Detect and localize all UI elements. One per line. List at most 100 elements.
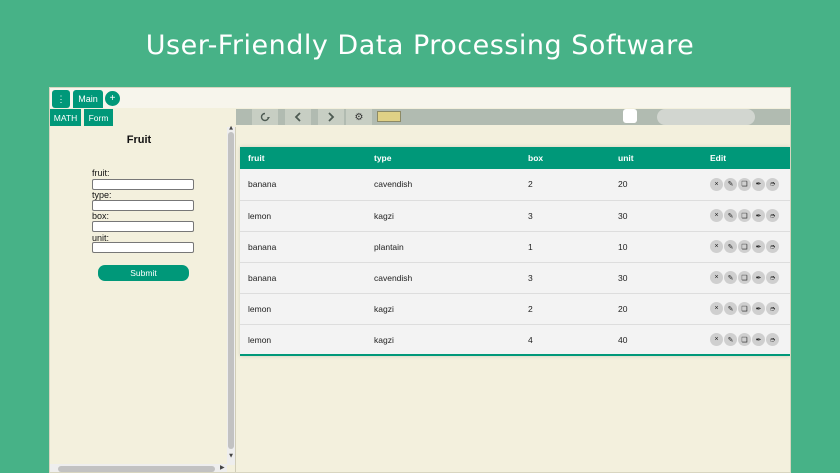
pen-icon[interactable]: ✒ — [752, 302, 765, 315]
delete-icon[interactable]: × — [710, 271, 723, 284]
header-unit: unit — [618, 153, 634, 163]
cell-fruit: lemon — [248, 303, 272, 314]
header-type: type — [374, 153, 392, 163]
app-window: ⋮ Main + MATH Form ⚙ Fruit fruit: type: … — [49, 87, 791, 473]
cell-fruit: lemon — [248, 334, 272, 345]
cell-fruit: banana — [248, 272, 277, 283]
delete-icon[interactable]: × — [710, 302, 723, 315]
pen-icon[interactable]: ✒ — [752, 177, 765, 191]
table-header-row: fruit type box unit Edit — [240, 147, 790, 169]
add-tab-button[interactable]: + — [105, 91, 120, 106]
hero-title: User-Friendly Data Processing Software — [145, 30, 695, 61]
toolbar: ⚙ — [236, 109, 790, 125]
share-icon[interactable]: ➮ — [766, 302, 779, 315]
vertical-scrollbar[interactable]: ▲ ▼ — [227, 125, 235, 465]
edit-icon[interactable]: ✎ — [724, 271, 737, 284]
header-edit: Edit — [710, 153, 727, 163]
copy-icon[interactable]: ❏ — [738, 271, 751, 284]
tab-form[interactable]: Form — [84, 109, 113, 126]
copy-icon[interactable]: ❏ — [738, 302, 751, 315]
share-icon[interactable]: ➮ — [766, 333, 779, 347]
copy-icon[interactable]: ❏ — [738, 333, 751, 347]
pen-icon[interactable]: ✒ — [752, 240, 765, 253]
header-fruit: fruit — [248, 153, 265, 163]
cell-type: kagzi — [374, 210, 394, 221]
cell-unit: 10 — [618, 241, 628, 252]
scroll-down-icon[interactable]: ▼ — [227, 453, 235, 459]
row-actions: × ✎ ❏ ✒ ➮ — [710, 333, 790, 347]
type-label: type: — [92, 190, 112, 200]
copy-icon[interactable]: ❏ — [738, 177, 751, 191]
toggle-button[interactable] — [623, 109, 637, 123]
edit-icon[interactable]: ✎ — [724, 302, 737, 315]
delete-icon[interactable]: × — [710, 209, 723, 222]
type-input[interactable] — [92, 200, 194, 211]
chevron-right-icon[interactable] — [318, 109, 344, 125]
share-icon[interactable]: ➮ — [766, 177, 779, 191]
data-table: fruit type box unit Edit banana cavendish… — [240, 147, 790, 356]
row-actions: × ✎ ❏ ✒ ➮ — [710, 177, 790, 191]
cell-unit: 20 — [618, 303, 628, 314]
scroll-up-icon[interactable]: ▲ — [227, 125, 235, 131]
copy-icon[interactable]: ❏ — [738, 209, 751, 222]
row-actions: × ✎ ❏ ✒ ➮ — [710, 209, 790, 222]
form-panel: Fruit fruit: type: box: unit: Submit ▲ ▼… — [50, 125, 236, 472]
vertical-scroll-thumb[interactable] — [228, 132, 234, 449]
color-swatch[interactable] — [377, 111, 401, 122]
cell-actions: × ✎ ❏ ✒ ➮ — [702, 169, 790, 200]
fruit-label: fruit: — [92, 168, 110, 178]
cell-box: 2 — [528, 303, 533, 314]
copy-icon[interactable]: ❏ — [738, 240, 751, 253]
cell-box: 4 — [528, 334, 533, 345]
cell-box: 2 — [528, 179, 533, 190]
cell-type: cavendish — [374, 179, 413, 190]
delete-icon[interactable]: × — [710, 240, 723, 253]
fruit-input[interactable] — [92, 179, 194, 190]
box-label: box: — [92, 211, 110, 221]
table-row: banana cavendish 3 30 × ✎ ❏ ✒ ➮ — [240, 262, 790, 293]
share-icon[interactable]: ➮ — [766, 209, 779, 222]
cell-type: kagzi — [374, 303, 394, 314]
edit-icon[interactable]: ✎ — [724, 209, 737, 222]
edit-icon[interactable]: ✎ — [724, 333, 737, 347]
pen-icon[interactable]: ✒ — [752, 209, 765, 222]
share-icon[interactable]: ➮ — [766, 271, 779, 284]
share-icon[interactable]: ➮ — [766, 240, 779, 253]
cell-type: kagzi — [374, 334, 394, 345]
refresh-icon[interactable] — [252, 109, 278, 125]
cell-actions: × ✎ ❏ ✒ ➮ — [702, 262, 790, 293]
toolbar-search-input[interactable] — [657, 109, 755, 125]
cell-type: cavendish — [374, 272, 413, 283]
edit-icon[interactable]: ✎ — [724, 177, 737, 191]
edit-icon[interactable]: ✎ — [724, 240, 737, 253]
table-row: banana plantain 1 10 × ✎ ❏ ✒ ➮ — [240, 231, 790, 262]
gear-icon[interactable]: ⚙ — [346, 109, 372, 125]
pen-icon[interactable]: ✒ — [752, 271, 765, 284]
tab-math[interactable]: MATH — [50, 109, 81, 126]
chevron-left-icon[interactable] — [285, 109, 311, 125]
cell-box: 3 — [528, 210, 533, 221]
table-row: banana cavendish 2 20 × ✎ ❏ ✒ ➮ — [240, 169, 790, 200]
cell-unit: 30 — [618, 272, 628, 283]
cell-box: 3 — [528, 272, 533, 283]
box-input[interactable] — [92, 221, 194, 232]
scroll-right-icon[interactable]: ▶ — [220, 464, 225, 471]
row-actions: × ✎ ❏ ✒ ➮ — [710, 240, 790, 253]
unit-input[interactable] — [92, 242, 194, 253]
delete-icon[interactable]: × — [710, 333, 723, 347]
menu-button[interactable]: ⋮ — [52, 90, 70, 108]
table-row: lemon kagzi 4 40 × ✎ ❏ ✒ ➮ — [240, 324, 790, 355]
pen-icon[interactable]: ✒ — [752, 333, 765, 347]
cell-fruit: banana — [248, 179, 277, 190]
cell-actions: × ✎ ❏ ✒ ➮ — [702, 200, 790, 231]
row-actions: × ✎ ❏ ✒ ➮ — [710, 271, 790, 284]
submit-button[interactable]: Submit — [98, 265, 189, 281]
table-row: lemon kagzi 3 30 × ✎ ❏ ✒ ➮ — [240, 200, 790, 231]
horizontal-scrollbar[interactable]: ▶ — [50, 464, 227, 472]
horizontal-scroll-thumb[interactable] — [58, 466, 215, 472]
cell-unit: 40 — [618, 334, 628, 345]
row-actions: × ✎ ❏ ✒ ➮ — [710, 302, 790, 315]
table-row: lemon kagzi 2 20 × ✎ ❏ ✒ ➮ — [240, 293, 790, 324]
tab-main[interactable]: Main — [73, 90, 103, 108]
delete-icon[interactable]: × — [710, 177, 723, 191]
